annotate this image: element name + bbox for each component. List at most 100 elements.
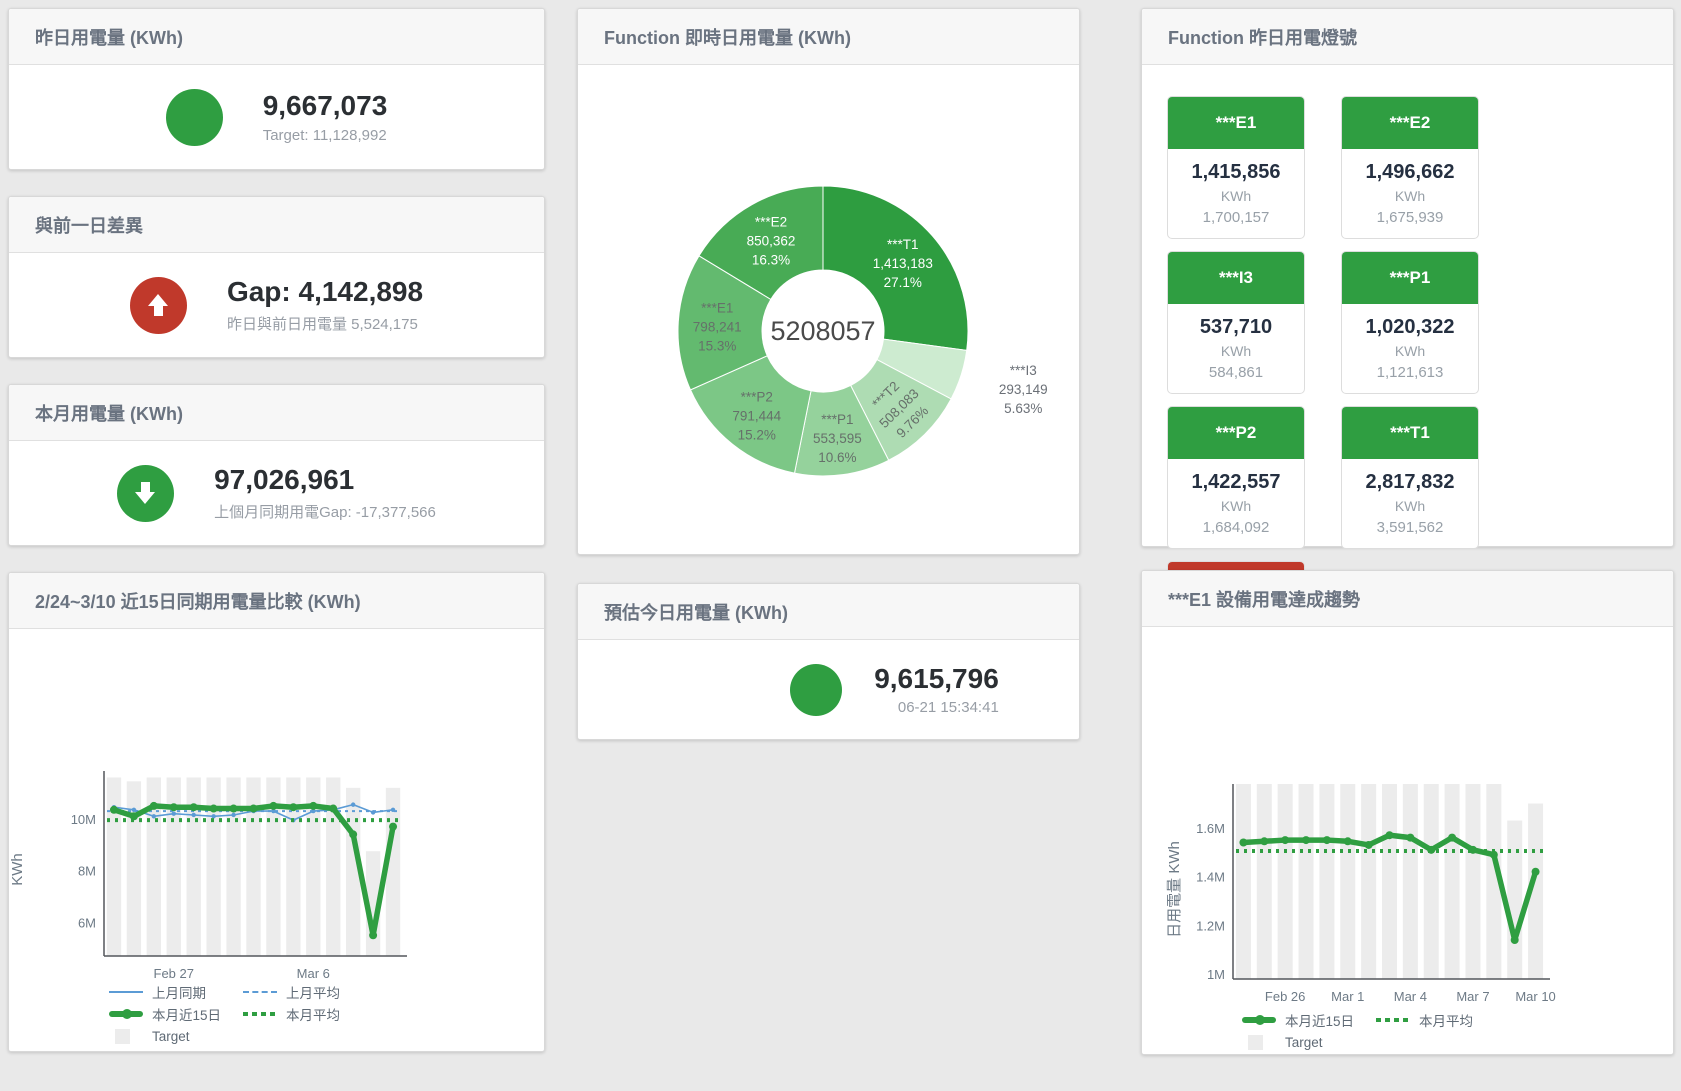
legend-swatch-icon xyxy=(109,991,143,993)
light-tile-label: ***T1 xyxy=(1342,407,1478,459)
legend-swatch-icon xyxy=(109,1011,143,1017)
svg-text:***P2: ***P2 xyxy=(741,390,773,405)
svg-text:Feb 27: Feb 27 xyxy=(154,966,194,981)
target-bar xyxy=(1424,784,1439,979)
tile-target: 1,684,092 xyxy=(1172,517,1300,538)
tile-value: 1,496,662 xyxy=(1346,158,1474,186)
data-point xyxy=(1281,836,1289,844)
data-point xyxy=(1239,839,1247,847)
trend-y-axis-label: 日用電量 KWh xyxy=(1163,841,1184,938)
legend-item[interactable]: 本月平均 xyxy=(1376,1010,1510,1030)
target-bar xyxy=(1236,784,1251,979)
target-bar xyxy=(1340,784,1355,979)
legend-item[interactable]: 本月近15日 xyxy=(1242,1010,1376,1030)
svg-text:***T1: ***T1 xyxy=(887,237,919,252)
svg-text:Mar 4: Mar 4 xyxy=(1394,989,1427,1004)
data-point xyxy=(309,802,317,810)
tile-target: 1,121,613 xyxy=(1346,362,1474,383)
panel-realtime-header[interactable]: Function 即時日用電量 (KWh) xyxy=(578,9,1079,65)
legend-item[interactable]: Target xyxy=(1242,1035,1376,1050)
trend-chart-svg[interactable]: 1M1.2M1.4M1.6MFeb 26Mar 1Mar 4Mar 7Mar 1… xyxy=(1142,627,1671,1054)
svg-text:1,413,183: 1,413,183 xyxy=(873,256,933,271)
status-circle-icon xyxy=(166,89,223,146)
stat-value: 9,615,796 xyxy=(874,663,999,695)
data-point xyxy=(110,806,118,814)
stat-subtitle: Target: 11,128,992 xyxy=(263,127,388,144)
data-point xyxy=(231,813,235,817)
stat-body: 9,615,796 06-21 15:34:41 xyxy=(578,640,1079,739)
svg-text:791,444: 791,444 xyxy=(732,409,781,424)
svg-text:1M: 1M xyxy=(1207,967,1225,982)
tile-value: 1,415,856 xyxy=(1172,158,1300,186)
tile-value: 2,817,832 xyxy=(1346,468,1474,496)
panel-title: 2/24~3/10 近15日同期用電量比較 (KWh) xyxy=(35,588,361,614)
light-tile-label: ***E1 xyxy=(1168,97,1304,149)
legend-item[interactable]: 上月平均 xyxy=(243,982,377,1002)
target-bar xyxy=(206,777,220,956)
svg-text:Mar 10: Mar 10 xyxy=(1515,989,1555,1004)
light-tile: ***I3537,710KWh584,861 xyxy=(1167,251,1305,394)
light-tile-body: 537,710KWh584,861 xyxy=(1168,304,1304,393)
legend-item[interactable]: 上月同期 xyxy=(109,982,243,1002)
svg-text:Mar 7: Mar 7 xyxy=(1456,989,1489,1004)
legend-label: 上月同期 xyxy=(152,982,206,1002)
arrow-stem xyxy=(141,482,150,492)
panel-estimate: 預估今日用電量 (KWh) 9,615,796 06-21 15:34:41 xyxy=(577,583,1080,740)
data-point xyxy=(269,802,277,810)
tile-value: 537,710 xyxy=(1172,313,1300,341)
svg-text:10.6%: 10.6% xyxy=(818,450,856,465)
svg-text:Mar 6: Mar 6 xyxy=(297,966,330,981)
panel-title: 昨日用電量 (KWh) xyxy=(35,24,183,50)
data-point xyxy=(172,811,176,815)
realtime-donut-svg[interactable]: ***T11,413,18327.1%***I3293,1495.63%***T… xyxy=(578,65,1077,552)
panel-compare-header[interactable]: 2/24~3/10 近15日同期用電量比較 (KWh) xyxy=(9,573,544,629)
tile-unit: KWh xyxy=(1172,341,1300,362)
data-point xyxy=(1490,851,1498,859)
svg-text:8M: 8M xyxy=(78,864,96,879)
svg-text:1.2M: 1.2M xyxy=(1196,918,1225,933)
light-tile: ***T12,817,832KWh3,591,562 xyxy=(1341,406,1479,549)
panel-title: 預估今日用電量 (KWh) xyxy=(604,599,788,625)
panel-month: 本月用電量 (KWh) 97,026,961 上個月同期用電Gap: -17,3… xyxy=(8,384,545,546)
legend-label: 本月近15日 xyxy=(152,1004,221,1024)
light-tile-body: 1,496,662KWh1,675,939 xyxy=(1342,149,1478,238)
light-tile-label: ***I3 xyxy=(1168,252,1304,304)
light-tile-body: 1,422,557KWh1,684,092 xyxy=(1168,459,1304,548)
tile-value: 1,422,557 xyxy=(1172,468,1300,496)
svg-text:553,595: 553,595 xyxy=(813,431,862,446)
data-point xyxy=(1260,837,1268,845)
legend-swatch-icon xyxy=(243,1012,277,1016)
light-tile-body: 1,020,322KWh1,121,613 xyxy=(1342,304,1478,393)
svg-text:Feb 26: Feb 26 xyxy=(1265,989,1305,1004)
panel-yesterday-header[interactable]: 昨日用電量 (KWh) xyxy=(9,9,544,65)
target-bar xyxy=(107,777,121,956)
tile-value: 1,020,322 xyxy=(1346,313,1474,341)
legend-item[interactable]: Target xyxy=(109,1029,243,1044)
legend-item[interactable]: 本月近15日 xyxy=(109,1004,243,1024)
tile-target: 584,861 xyxy=(1172,362,1300,383)
legend-item[interactable]: 本月平均 xyxy=(243,1004,377,1024)
light-tile-label: ***P1 xyxy=(1342,252,1478,304)
svg-text:1.4M: 1.4M xyxy=(1196,870,1225,885)
svg-text:Mar 1: Mar 1 xyxy=(1331,989,1364,1004)
panel-compare-chart: 2/24~3/10 近15日同期用電量比較 (KWh) 6M8M10MFeb 2… xyxy=(8,572,545,1052)
stat-value: 9,667,073 xyxy=(263,90,388,122)
panel-trend-header[interactable]: ***E1 設備用電達成趨勢 xyxy=(1142,571,1673,627)
panel-day-gap-header[interactable]: 與前一日差異 xyxy=(9,197,544,253)
panel-estimate-header[interactable]: 預估今日用電量 (KWh) xyxy=(578,584,1079,640)
panel-yesterday: 昨日用電量 (KWh) 9,667,073 Target: 11,128,992 xyxy=(8,8,545,170)
panel-lights-header[interactable]: Function 昨日用電燈號 xyxy=(1142,9,1673,65)
tile-unit: KWh xyxy=(1172,496,1300,517)
arrow-head xyxy=(148,294,168,306)
compare-chart-area: 6M8M10MFeb 27Mar 6 KWh 上月同期上月平均本月近15日本月平… xyxy=(9,629,544,1051)
data-point xyxy=(190,803,198,811)
data-point xyxy=(150,802,158,810)
stat-subtitle: 昨日與前日用電量 5,524,175 xyxy=(227,313,423,334)
panel-month-header[interactable]: 本月用電量 (KWh) xyxy=(9,385,544,441)
svg-text:798,241: 798,241 xyxy=(693,319,742,334)
target-bar xyxy=(1257,784,1272,979)
panel-title: 與前一日差異 xyxy=(35,212,143,238)
data-point xyxy=(1323,836,1331,844)
compare-y-axis-label: KWh xyxy=(9,853,26,886)
panel-title: Function 昨日用電燈號 xyxy=(1168,24,1357,50)
